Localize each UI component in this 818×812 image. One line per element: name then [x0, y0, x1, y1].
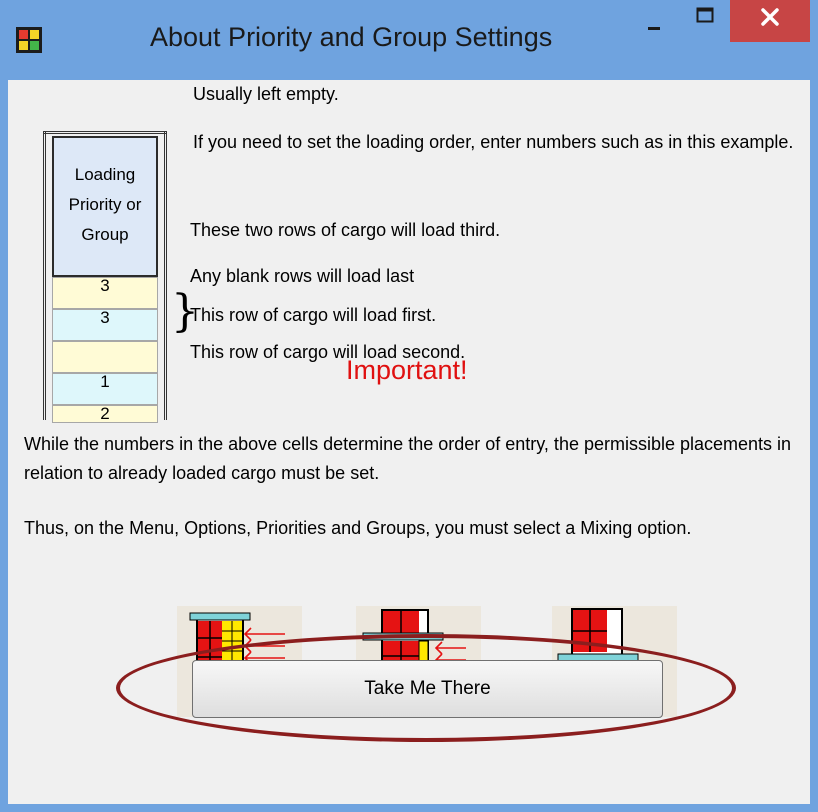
- take-me-there-button[interactable]: Take Me There: [192, 660, 663, 718]
- dialog-window: About Priority and Group Settings Loadin…: [0, 0, 818, 812]
- grid-cell-3: [52, 341, 158, 373]
- minimize-icon: [648, 27, 660, 30]
- app-icon: [16, 27, 42, 53]
- title-bar[interactable]: About Priority and Group Settings: [0, 0, 818, 80]
- grid-header-cell: Loading Priority or Group: [52, 136, 158, 277]
- note-usually-empty: Usually left empty.: [193, 84, 339, 104]
- grid-cell-1: 3: [52, 277, 158, 309]
- note-load-first: This row of cargo will load first.: [190, 305, 437, 325]
- note-set-order: If you need to set the loading order, en…: [193, 132, 794, 152]
- minimize-button[interactable]: [628, 0, 680, 42]
- close-button[interactable]: [730, 0, 810, 42]
- window-title: About Priority and Group Settings: [150, 22, 553, 52]
- dialog-content: Loading Priority or Group 3 3 1 2 Usuall…: [8, 80, 810, 804]
- grid-header-label: Loading Priority or Group: [68, 165, 142, 244]
- close-icon: [761, 8, 779, 26]
- note-load-third: These two rows of cargo will load third.: [190, 220, 501, 240]
- note-blank-rows: Any blank rows will load last: [190, 266, 415, 286]
- grid-cell-5: 2: [52, 405, 158, 423]
- maximize-button[interactable]: [680, 0, 730, 42]
- maximize-icon: [696, 7, 714, 23]
- paragraph-order-entry: While the numbers in the above cells det…: [24, 434, 792, 483]
- paragraph-mixing-option: Thus, on the Menu, Options, Priorities a…: [24, 518, 692, 538]
- grid-cell-2: 3: [52, 309, 158, 341]
- grid-cell-4: 1: [52, 373, 158, 405]
- important-heading: Important!: [346, 355, 468, 385]
